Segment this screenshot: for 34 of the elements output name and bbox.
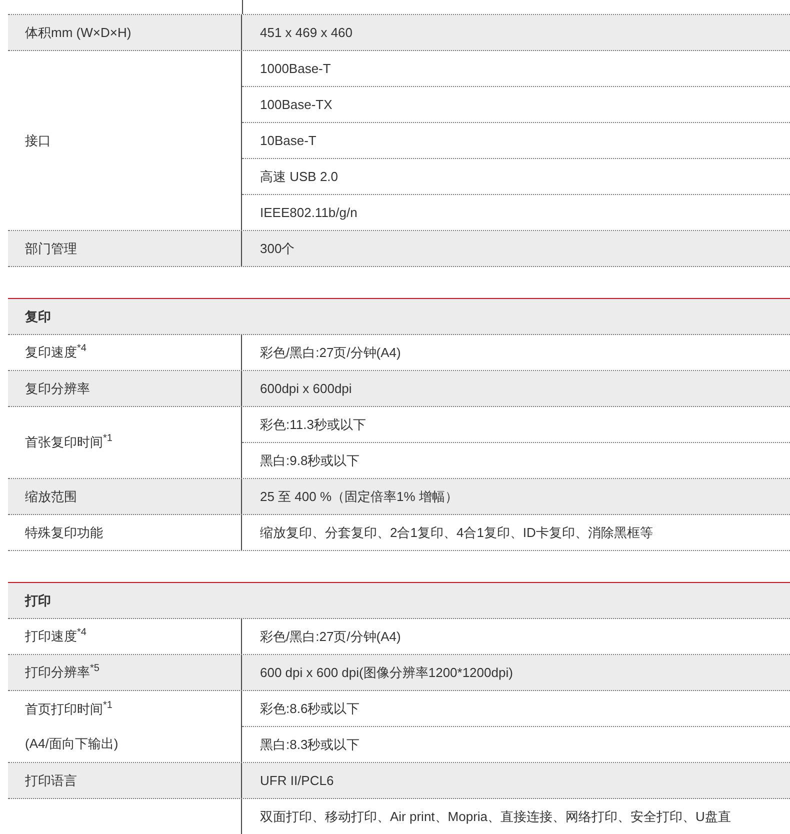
spec-value: 600dpi x 600dpi xyxy=(260,381,352,396)
spec-value: 黑白:8.3秒或以下 xyxy=(260,736,360,754)
spec-value: 100Base-TX xyxy=(260,97,332,112)
spec-label: 体积mm (W×D×H) xyxy=(25,24,132,42)
spec-value: 600 dpi x 600 dpi(图像分辨率1200*1200dpi) xyxy=(260,664,513,682)
spec-value: 双面打印、移动打印、Air print、Mopria、直接连接、网络打印、安全打印、U盘直 xyxy=(260,808,731,826)
spec-label: 复印分辨率 xyxy=(25,380,90,398)
spec-value: UFR II/PCL6 xyxy=(260,773,334,788)
spec-value: 彩色/黑白:27页/分钟(A4) xyxy=(260,628,401,646)
spec-value: 彩色/黑白:27页/分钟(A4) xyxy=(260,344,401,362)
spec-value: 300个 xyxy=(260,240,295,258)
spec-label: 打印语言 xyxy=(25,772,77,790)
section-header: 打印 xyxy=(8,583,790,619)
spec-value: IEEE802.11b/g/n xyxy=(260,205,358,220)
spec-value: 缩放复印、分套复印、2合1复印、4合1复印、ID卡复印、消除黑框等 xyxy=(260,524,653,542)
spec-value: 黑白:9.8秒或以下 xyxy=(260,452,360,470)
spec-value: 451 x 469 x 460 xyxy=(260,25,353,40)
spec-label: 缩放范围 xyxy=(25,488,77,506)
spec-label: 部门管理 xyxy=(25,240,77,258)
spec-value: 彩色:8.6秒或以下 xyxy=(260,700,360,718)
spec-value: 10Base-T xyxy=(260,133,316,148)
spec-label: 打印分辨率$^{*5}$ xyxy=(25,663,100,682)
spec-label: 接口 xyxy=(25,132,51,150)
spec-label: 打印速度$^{*4}$ xyxy=(25,627,86,646)
spec-value: 彩色:11.3秒或以下 xyxy=(260,416,366,434)
spec-value: 高速 USB 2.0 xyxy=(260,168,338,186)
spec-label: (A4/面向下输出) xyxy=(25,735,118,754)
spec-value: 1000Base-T xyxy=(260,61,331,76)
spec-label: 首页打印时间$^{*1}$ xyxy=(25,700,112,718)
spec-label: 特殊复印功能 xyxy=(25,524,103,542)
spec-label: 复印速度$^{*4}$ xyxy=(25,343,86,362)
section-header: 复印 xyxy=(8,299,790,335)
spec-label: 首张复印时间$^{*1}$ xyxy=(25,433,112,452)
spec-value: 25 至 400 %（固定倍率1% 增幅） xyxy=(260,488,458,506)
